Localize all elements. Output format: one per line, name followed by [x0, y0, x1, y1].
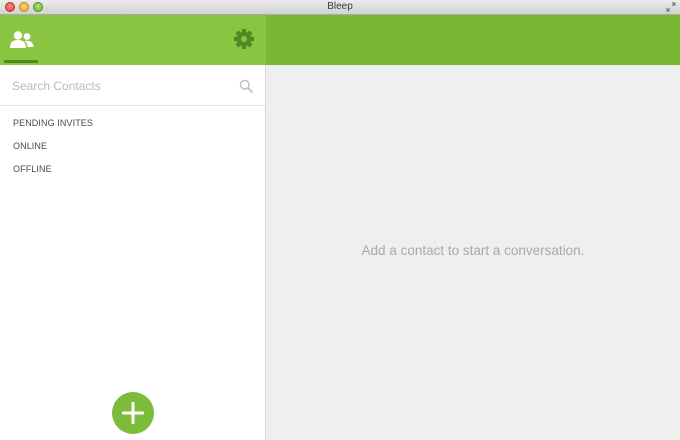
add-contact-button[interactable]: [112, 392, 154, 434]
contacts-sidebar: PENDING INVITES ONLINE OFFLINE: [0, 65, 266, 440]
contact-sections: PENDING INVITES ONLINE OFFLINE: [0, 112, 265, 181]
section-offline[interactable]: OFFLINE: [0, 158, 265, 181]
conversation-pane: Add a contact to start a conversation.: [266, 65, 680, 440]
app-window: Bleep Search Contacts PENDING INVITES ON…: [0, 0, 680, 440]
section-pending-invites[interactable]: PENDING INVITES: [0, 112, 265, 135]
sidebar-header: [0, 15, 266, 65]
window-title: Bleep: [327, 1, 353, 12]
settings-button[interactable]: [233, 28, 255, 50]
gear-icon: [234, 29, 254, 49]
search-input[interactable]: [12, 77, 227, 95]
search-icon[interactable]: [239, 79, 253, 93]
conversation-header: [266, 15, 680, 65]
contacts-icon: [10, 31, 34, 48]
tab-contacts[interactable]: [4, 15, 38, 65]
plus-icon: [122, 402, 144, 424]
search-bar: [0, 65, 265, 106]
active-tab-indicator: [4, 60, 38, 63]
title-bar: Bleep: [0, 0, 680, 15]
section-online[interactable]: ONLINE: [0, 135, 265, 158]
empty-state-message: Add a contact to start a conversation.: [361, 243, 585, 258]
fullscreen-icon[interactable]: [666, 2, 676, 12]
